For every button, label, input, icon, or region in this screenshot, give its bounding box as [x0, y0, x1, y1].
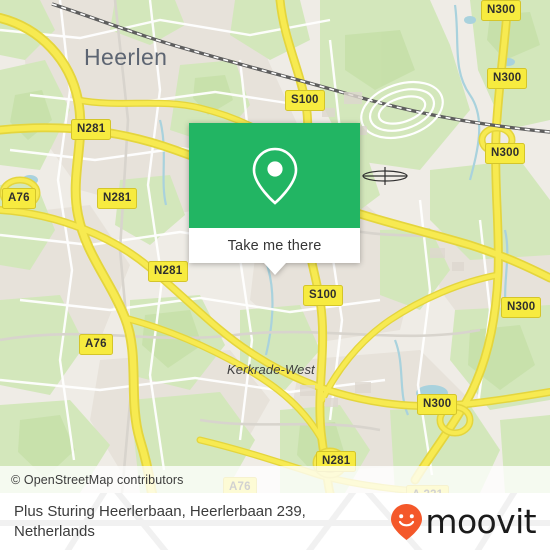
road-shield: S100	[303, 285, 343, 306]
city-label: Kerkrade-West	[227, 362, 315, 377]
place-name-label: Plus Sturing Heerlerbaan, Heerlerbaan 23…	[14, 502, 306, 540]
road-shield: N281	[71, 119, 112, 140]
road-shield: A76	[2, 188, 36, 209]
road-shield: S100	[285, 90, 325, 111]
osm-attribution-text[interactable]: © OpenStreetMap contributors	[11, 473, 184, 487]
road-shield: A76	[79, 334, 113, 355]
location-pin-icon	[252, 147, 297, 205]
city-label: Heerlen	[84, 44, 168, 70]
moovit-wordmark: moovit	[425, 502, 536, 541]
road-shield: N281	[97, 188, 138, 209]
popup-header	[189, 123, 360, 228]
footer-bar: Plus Sturing Heerlerbaan, Heerlerbaan 23…	[0, 493, 550, 550]
popup-pointer-tail	[263, 263, 286, 275]
moovit-brand-logo[interactable]: moovit	[390, 502, 537, 541]
road-shield: N281	[148, 261, 189, 282]
road-shield: N300	[487, 68, 528, 89]
map-popup-card[interactable]: Take me there	[189, 123, 360, 275]
moovit-map-screenshot: N300 N300 N300 N300 N300 S100 S100 N281 N281 N281…	[0, 0, 550, 550]
map-attribution-bar: © OpenStreetMap contributors	[0, 466, 550, 493]
road-shield: N300	[481, 0, 522, 21]
popup-action-button[interactable]: Take me there	[189, 228, 360, 263]
road-shield: N300	[417, 394, 458, 415]
moovit-pin-smile-icon	[391, 503, 423, 540]
popup-action-label: Take me there	[227, 237, 322, 254]
road-shield: N300	[485, 143, 526, 164]
road-shield: N300	[501, 297, 542, 318]
